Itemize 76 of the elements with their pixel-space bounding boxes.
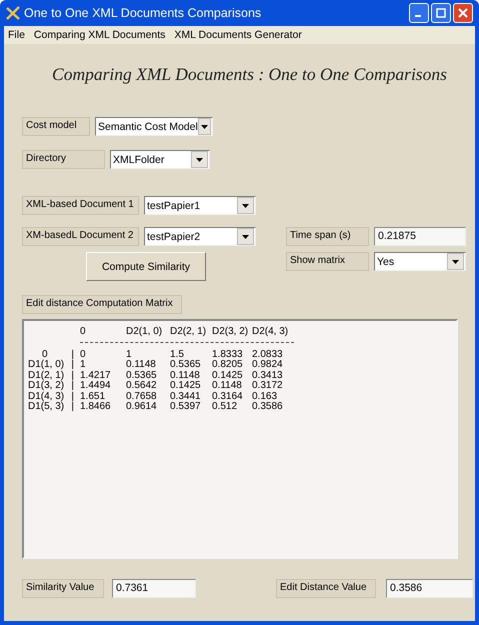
matrix-value: 0.3413 [252,370,284,381]
matrix-value: 0.3441 [170,392,202,402]
matrix-label: Edit distance Computation Matrix [22,295,182,314]
row-header: D1(4, 3) [28,392,64,402]
window-title: One to One XML Documents Comparisons [24,6,262,20]
field-label: Similarity Value [22,579,104,598]
matrix-value: 0.3586 [252,402,284,412]
matrix-value: 1.4494 [80,381,112,392]
matrix-value: 0.9614 [126,402,158,412]
field-label: XML-based Document 1 [22,196,139,215]
minimize-button[interactable] [409,3,429,23]
cost-model-dropdown[interactable]: Semantic Cost Model [95,117,213,136]
document-dropdown[interactable]: testPapier1 [144,196,256,215]
row-header: D1(3, 2) [28,381,64,392]
matrix-value: 0.5365 [170,360,202,370]
matrix-value: 0.512 [212,402,238,412]
matrix-value: 0.5365 [126,370,158,381]
matrix-value: 1.8333 [212,350,244,360]
row-header: D1(2, 1) [28,370,64,380]
matrix-value: 0.8205 [212,360,244,370]
show-matrix-dropdown[interactable]: Yes [374,252,466,271]
matrix-value: 1 [126,350,133,360]
close-button[interactable] [453,3,473,23]
close-icon [458,8,468,18]
field-label: Directory [22,150,105,169]
column-header: D2(2, 1) [170,327,208,338]
separator-mark: | [71,360,74,370]
separator-mark: | [71,402,74,412]
matrix-value: 0.1425 [212,370,244,381]
matrix-value: 0.1148 [126,360,157,370]
row-header: 0 [41,350,48,360]
directory-dropdown[interactable]: XMLFolder [110,150,210,169]
column-header: D2(3, 2) [212,327,250,338]
compute-similarity-button[interactable]: Compute Similarity [86,252,206,281]
separator-mark: | [71,370,74,380]
matrix-value: 1 [80,360,87,370]
matrix-value: 0.1425 [170,381,202,392]
column-header: 0 [80,327,87,338]
field-label: Edit Distance Value [276,579,376,598]
matrix-value: 1.651 [80,392,106,402]
menu-item[interactable]: Comparing XML Documents [34,29,166,41]
matrix-value: 1.4217 [80,370,112,381]
menu-item[interactable]: File [8,29,25,41]
matrix-value: 0 [80,350,87,360]
separator-mark: | [71,392,74,402]
column-header: D2(1, 0) [126,327,164,338]
matrix-value: 1.8466 [80,402,112,412]
document-dropdown[interactable]: testPapier2 [144,227,256,246]
similarity-field[interactable]: 0.7361 [112,579,196,598]
matrix-value: 1.5 [170,350,185,360]
menu-item[interactable]: XML Documents Generator [174,29,302,41]
matrix-value: 0.9824 [252,360,284,370]
field-label: Cost model [22,117,90,136]
separator-mark: | [71,381,74,392]
matrix-value: 0.163 [252,392,278,402]
matrix-value: 0.5397 [170,402,202,412]
matrix-value: 0.1148 [212,381,243,392]
maximize-icon [436,8,446,18]
app-icon [6,6,20,20]
edit-distance-field[interactable]: 0.3586 [386,579,473,598]
matrix-value: 0.1148 [170,370,201,381]
separator-mark: | [71,350,74,360]
matrix-value: 2.0833 [252,350,284,360]
page-heading: Comparing XML Documents : One to One Comparisons [51,64,448,85]
matrix-value: 0.5642 [126,381,158,392]
row-header: D1(1, 0) [28,360,64,370]
row-header: D1(5, 3) [28,402,64,412]
column-header: D2(4, 3) [252,327,290,338]
field-label: Time span (s) [286,227,369,246]
field-label: XM-basedL Document 2 [22,227,139,246]
time-span-field[interactable]: 0.21875 [374,227,466,246]
matrix-value: 0.7658 [126,392,158,402]
matrix-value: 0.3172 [252,381,284,392]
maximize-button[interactable] [431,3,451,23]
matrix-value: 0.3164 [212,392,244,402]
field-label: Show matrix [286,252,369,271]
